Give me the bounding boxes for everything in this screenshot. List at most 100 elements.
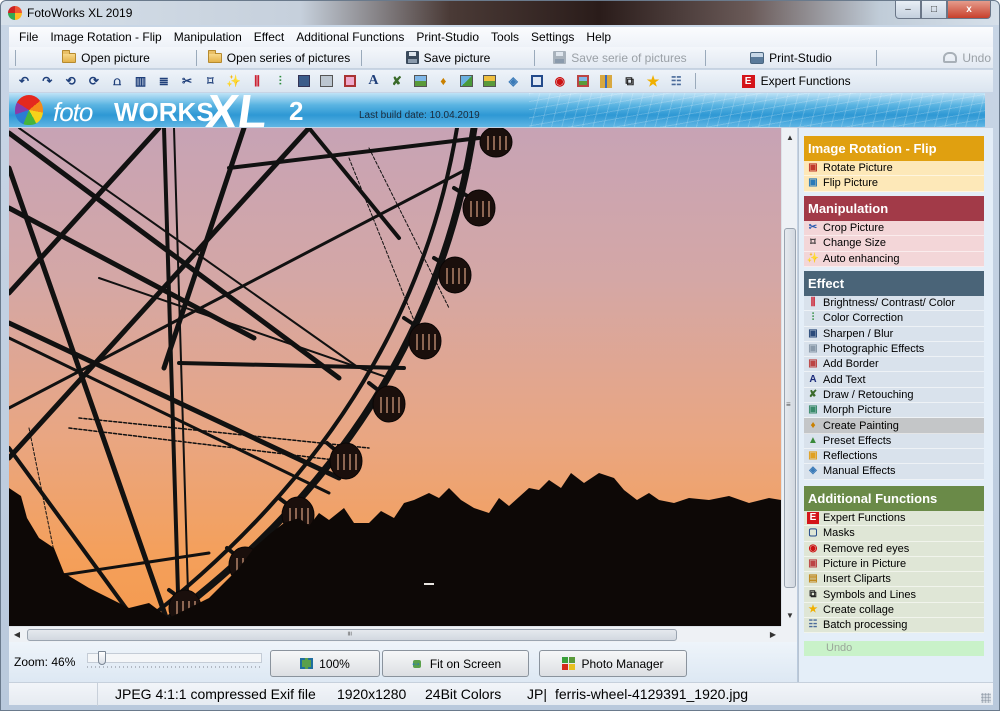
rotate-ccw-icon[interactable]: ⟲ [64,74,78,88]
flip-picture-icon: ▣ [808,177,818,189]
menu-file[interactable]: File [13,30,44,44]
zoom-100-button[interactable]: 100% [270,650,380,677]
panel-item-create-painting[interactable]: ♦ Create Painting [804,418,984,434]
maximize-button[interactable]: □ [921,1,947,19]
expert-functions-button[interactable]: E Expert Functions [741,74,851,88]
border-icon[interactable] [343,74,357,88]
panel-item-add-text[interactable]: A Add Text [804,372,984,388]
panel-section-header[interactable]: Effect [804,271,984,296]
panel-item-morph-picture[interactable]: ▣ Morph Picture [804,403,984,419]
panel-item-crop-picture[interactable]: ✂ Crop Picture [804,221,984,237]
auto-enhance-icon: ✨ [806,252,820,264]
panel-item-label: Auto enhancing [823,252,900,265]
image-canvas[interactable] [9,128,781,626]
rotate-cw-icon[interactable]: ⟳ [87,74,101,88]
panel-item-create-collage[interactable]: ★ Create collage [804,602,984,619]
zoom-controls: Zoom: 46% 100% Fit on Screen Photo Manag… [9,642,797,682]
panel-item-remove-red-eyes[interactable]: ◉ Remove red eyes [804,541,984,557]
panel-item-masks[interactable]: ▢ Masks [804,526,984,542]
mirror-icon[interactable]: ▥ [133,74,147,88]
panel-item-draw-retouching[interactable]: ✘ Draw / Retouching [804,387,984,404]
color-correction-icon[interactable]: ⫶ [273,74,287,88]
panel-item-batch-processing[interactable]: ☷ Batch processing [804,618,984,634]
draw-icon[interactable]: ✘ [390,74,404,88]
brightness-icon[interactable]: ⫼ [250,74,264,88]
fit-on-screen-button[interactable]: Fit on Screen [382,650,529,677]
panel-item-flip-picture[interactable]: ▣ Flip Picture [804,176,984,192]
scroll-right-icon[interactable]: ▶ [765,627,781,643]
panel-item-symbols-and-lines[interactable]: ⧉ Symbols and Lines [804,587,984,603]
resize-grip-icon[interactable] [981,693,991,703]
scroll-up-icon[interactable]: ▲ [782,130,798,146]
panel-item-picture-in-picture[interactable]: ▣ Picture in Picture [804,556,984,573]
panel-item-auto-enhancing[interactable]: ✨ Auto enhancing [804,251,984,267]
clipart-icon[interactable] [599,74,613,88]
minimize-button[interactable]: – [895,1,921,19]
print-studio-button[interactable]: Print-Studio [708,48,874,68]
crop-icon[interactable]: ✂ [180,74,194,88]
menu-print-studio[interactable]: Print-Studio [410,30,485,44]
menu-settings[interactable]: Settings [525,30,580,44]
panel-section-header[interactable]: Manipulation [804,196,984,221]
panel-item-sharpen-blur[interactable]: ▣ Sharpen / Blur [804,326,984,342]
panel-item-rotate-picture[interactable]: ▣ Rotate Picture [804,161,984,177]
zoom-slider-track[interactable] [87,653,262,663]
rotate-right-icon[interactable]: ↷ [40,74,54,88]
panel-item-photographic-effects[interactable]: ▣ Photographic Effects [804,341,984,358]
painting-icon[interactable]: ♦ [436,74,450,88]
batch-icon[interactable]: ☷ [669,74,683,88]
auto-enhance-icon[interactable]: ✨ [226,74,241,88]
zoom-slider-thumb[interactable] [97,651,106,665]
photo-effects-icon[interactable] [320,74,334,88]
panel-item-expert-functions[interactable]: E Expert Functions [804,511,984,527]
panel-item-change-size[interactable]: ⌑ Change Size [804,236,984,252]
manual-effects-icon[interactable]: ◈ [506,74,520,88]
mask-icon[interactable] [530,74,544,88]
panel-item-manual-effects[interactable]: ◈ Manual Effects [804,464,984,480]
morph-icon[interactable] [413,74,427,88]
text-icon[interactable]: A [366,74,380,88]
menu-manipulation[interactable]: Manipulation [168,30,248,44]
horizontal-scrollbar[interactable]: ◀ ≡ ▶ [9,626,781,642]
panel-item-label: Manual Effects [823,465,896,478]
rotate-left-icon[interactable]: ↶ [17,74,31,88]
reflections-icon[interactable] [483,74,497,88]
draw-icon: ✘ [808,388,818,400]
scroll-down-icon[interactable]: ▼ [782,608,798,624]
menu-effect[interactable]: Effect [248,30,290,44]
save-picture-button[interactable]: Save picture [364,48,532,68]
panel-item-preset-effects[interactable]: ▲ Preset Effects [804,433,984,449]
panel-section-header[interactable]: Image Rotation - Flip [804,136,984,161]
resize-icon[interactable]: ≣ [157,74,171,88]
close-button[interactable]: x [947,1,991,19]
scroll-left-icon[interactable]: ◀ [9,627,25,643]
flip-icon[interactable]: ⩍ [110,74,124,88]
panel-item-insert-cliparts[interactable]: ▤ Insert Cliparts [804,572,984,588]
change-size-icon[interactable]: ⌑ [203,74,217,88]
panel-item-brightness-contrast-color[interactable]: ⫼ Brightness/ Contrast/ Color [804,296,984,312]
menu-additional-functions[interactable]: Additional Functions [290,30,410,44]
panel-undo-button[interactable]: Undo [804,641,984,656]
border-icon: ▣ [808,358,818,370]
zoom-slider-ticks [87,666,262,668]
symbols-icon[interactable]: ⧉ [623,74,637,88]
open-picture-button[interactable]: Open picture [18,48,194,68]
vertical-scrollbar[interactable]: ▲ ≡ ▼ [781,128,797,626]
open-series-button[interactable]: Open series of pictures [199,48,359,68]
save-series-button[interactable]: Save serie of pictures [537,48,703,68]
menu-image-rotation-flip[interactable]: Image Rotation - Flip [44,30,167,44]
panel-section-header[interactable]: Additional Functions [804,486,984,511]
sharpen-icon[interactable] [297,74,311,88]
preset-effects-icon[interactable] [460,74,474,88]
zoom-slider[interactable] [87,651,262,671]
panel-item-reflections[interactable]: ▣ Reflections [804,448,984,465]
picture-in-picture-icon[interactable] [576,74,590,88]
undo-button[interactable]: Undo [943,48,993,68]
panel-item-color-correction[interactable]: ⫶ Color Correction [804,311,984,327]
collage-icon[interactable]: ★ [646,74,660,88]
menu-help[interactable]: Help [580,30,617,44]
panel-item-add-border[interactable]: ▣ Add Border [804,357,984,373]
menu-tools[interactable]: Tools [485,30,525,44]
red-eye-icon[interactable]: ◉ [553,74,567,88]
photo-manager-button[interactable]: Photo Manager [539,650,687,677]
